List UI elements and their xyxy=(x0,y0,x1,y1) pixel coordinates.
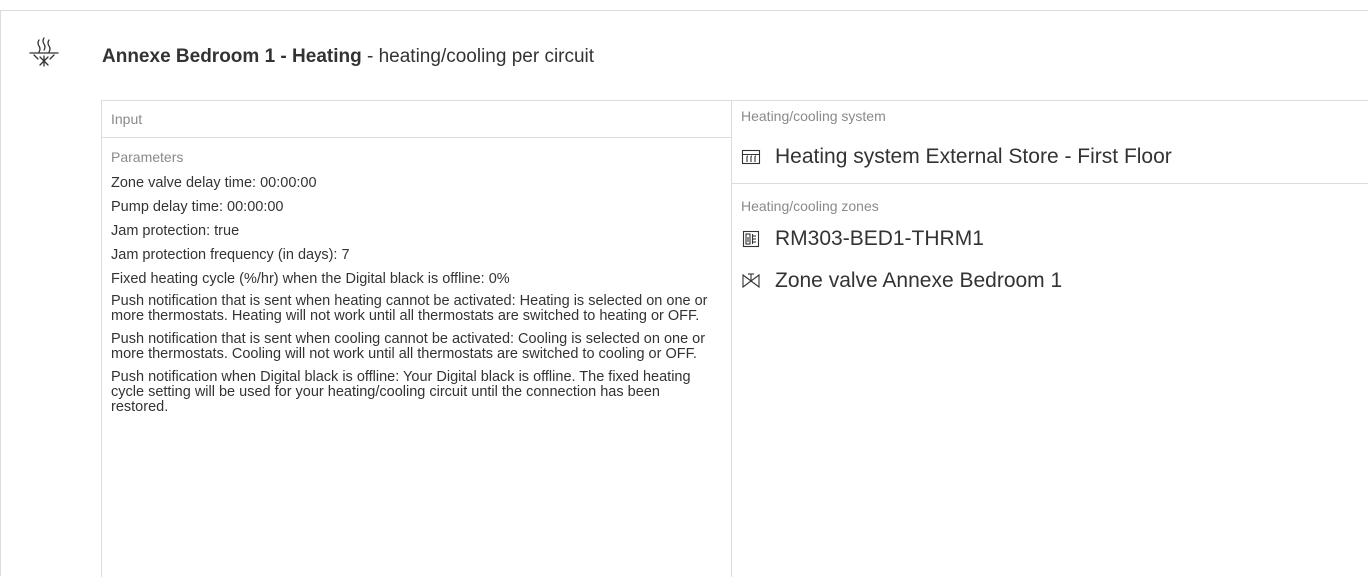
top-divider xyxy=(0,10,1368,11)
page-subtitle: - heating/cooling per circuit xyxy=(361,46,595,67)
zone-item-thermostat[interactable]: RM303-BED1-THRM1 xyxy=(732,222,1368,256)
left-divider xyxy=(0,10,1,576)
zones-section-label: Heating/cooling zones xyxy=(741,198,879,214)
heating-cooling-icon xyxy=(29,37,59,67)
param-offline-notification: Push notification when Digital black is … xyxy=(111,369,691,415)
details-panel: Input Parameters Zone valve delay time: … xyxy=(101,100,1368,577)
input-section-label: Input xyxy=(102,101,731,138)
zone-item-name: Zone valve Annexe Bedroom 1 xyxy=(775,269,1063,292)
page-header: Annexe Bedroom 1 - Heating - heating/coo… xyxy=(102,46,594,68)
param-cooling-notification: Push notification that is sent when cool… xyxy=(111,331,706,362)
page-title: Annexe Bedroom 1 - Heating xyxy=(102,46,362,67)
param-heating-notification: Push notification that is sent when heat… xyxy=(111,293,708,324)
system-column: Heating/cooling system Heating system Ex… xyxy=(732,101,1368,577)
zone-item-valve[interactable]: Zone valve Annexe Bedroom 1 xyxy=(732,264,1368,298)
param-jam-protection-frequency: Jam protection frequency (in days): 7 xyxy=(111,247,350,263)
param-zone-valve-delay: Zone valve delay time: 00:00:00 xyxy=(111,175,317,191)
input-column: Input Parameters Zone valve delay time: … xyxy=(102,101,732,577)
parameter-list: Zone valve delay time: 00:00:00 Pump del… xyxy=(102,174,731,415)
zone-item-name: RM303-BED1-THRM1 xyxy=(775,227,984,250)
heating-system-link[interactable]: Heating system External Store - First Fl… xyxy=(732,131,1368,184)
heating-system-name: Heating system External Store - First Fl… xyxy=(775,145,1172,168)
parameters-label: Parameters xyxy=(111,149,184,165)
system-section-label: Heating/cooling system xyxy=(741,108,886,124)
param-fixed-heating-cycle: Fixed heating cycle (%/hr) when the Digi… xyxy=(111,271,510,287)
param-jam-protection: Jam protection: true xyxy=(111,223,240,239)
radiator-icon xyxy=(741,149,761,165)
valve-icon xyxy=(742,273,760,289)
thermostat-icon xyxy=(742,230,760,248)
param-pump-delay: Pump delay time: 00:00:00 xyxy=(111,199,284,215)
